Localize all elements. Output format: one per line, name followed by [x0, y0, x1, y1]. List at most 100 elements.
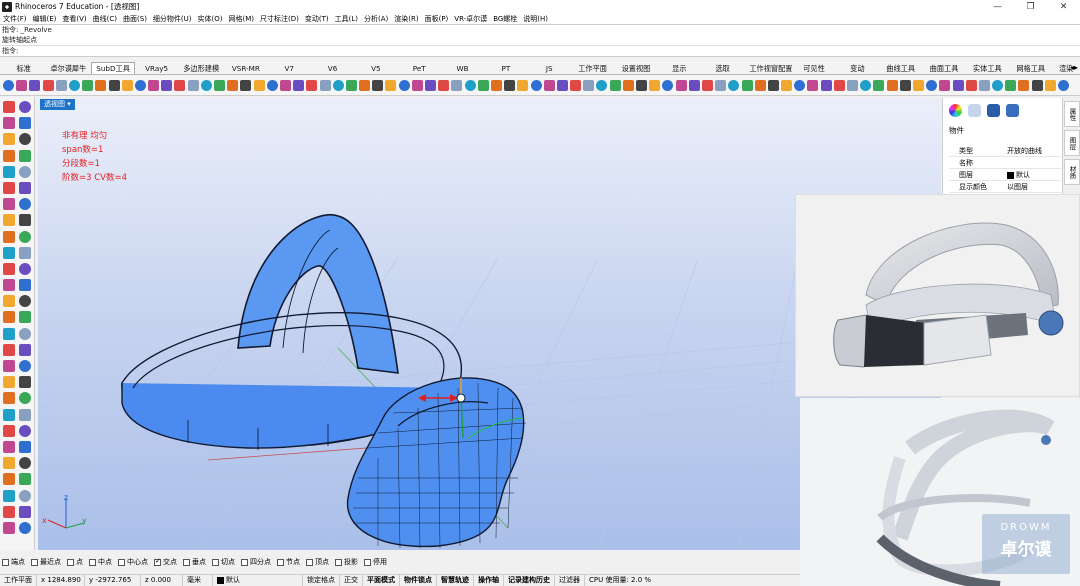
- toolbar-tab[interactable]: V6: [311, 62, 354, 74]
- osnap-toggle[interactable]: 节点: [277, 557, 300, 567]
- menu-item[interactable]: 渲染(R): [394, 14, 418, 24]
- toolbar-tab[interactable]: 设置视图: [614, 62, 657, 74]
- subd-tool-icon[interactable]: [490, 80, 502, 91]
- subd-tool-icon[interactable]: [187, 80, 199, 91]
- toolbar-tab[interactable]: 网格工具: [1009, 62, 1052, 74]
- menu-item[interactable]: 编辑(E): [33, 14, 57, 24]
- subd-tool-icon[interactable]: [359, 80, 371, 91]
- modeling-tool-icon[interactable]: [19, 505, 31, 518]
- subd-tool-icon[interactable]: [992, 80, 1004, 91]
- subd-tool-icon[interactable]: [240, 80, 252, 91]
- subd-tool-icon[interactable]: [438, 80, 450, 91]
- subd-tool-icon[interactable]: [332, 80, 344, 91]
- subd-tool-icon[interactable]: [675, 80, 687, 91]
- subd-tool-icon[interactable]: [385, 80, 397, 91]
- subd-tool-icon[interactable]: [701, 80, 713, 91]
- subd-tool-icon[interactable]: [1044, 80, 1056, 91]
- status-planar[interactable]: 平面模式: [363, 575, 400, 586]
- subd-tool-icon[interactable]: [754, 80, 766, 91]
- modeling-tool-icon[interactable]: [3, 279, 15, 292]
- subd-tool-icon[interactable]: [530, 80, 542, 91]
- osnap-toggle[interactable]: 停用: [364, 557, 387, 567]
- restore-icon[interactable]: ❐: [1014, 0, 1047, 13]
- subd-tool-icon[interactable]: [596, 80, 608, 91]
- subd-tool-icon[interactable]: [912, 80, 924, 91]
- toolbar-tab[interactable]: WB: [441, 62, 484, 74]
- modeling-tool-icon[interactable]: [19, 392, 31, 405]
- modeling-tool-icon[interactable]: [3, 117, 15, 130]
- subd-tool-icon[interactable]: [266, 80, 278, 91]
- toolbar-tab[interactable]: 工作视窗配置: [744, 62, 792, 74]
- subd-tool-icon[interactable]: [570, 80, 582, 91]
- modeling-tool-icon[interactable]: [3, 521, 15, 534]
- modeling-tool-icon[interactable]: [3, 376, 15, 389]
- subd-tool-icon[interactable]: [3, 80, 14, 91]
- subd-tool-icon[interactable]: [504, 80, 516, 91]
- subd-tool-icon[interactable]: [425, 80, 436, 91]
- osnap-toggle[interactable]: 切点: [212, 557, 235, 567]
- subd-tool-icon[interactable]: [741, 80, 753, 91]
- osnap-toggle[interactable]: 中点: [89, 557, 112, 567]
- modeling-tool-icon[interactable]: [19, 181, 31, 194]
- modeling-tool-icon[interactable]: [19, 295, 31, 308]
- toolbar-tab[interactable]: 曲线工具: [879, 62, 922, 74]
- modeling-tool-icon[interactable]: [3, 473, 15, 486]
- modeling-tool-icon[interactable]: [3, 311, 15, 324]
- subd-tool-icon[interactable]: [860, 80, 872, 91]
- subd-tool-icon[interactable]: [477, 80, 489, 91]
- subd-tool-icon[interactable]: [965, 80, 977, 91]
- osnap-toggle[interactable]: 点: [67, 557, 83, 567]
- modeling-tool-icon[interactable]: [3, 230, 15, 243]
- subd-tool-icon[interactable]: [68, 80, 80, 91]
- menu-item[interactable]: 尺寸标注(D): [260, 14, 299, 24]
- subd-tool-icon[interactable]: [939, 80, 951, 91]
- checkbox-icon[interactable]: [2, 558, 9, 566]
- modeling-tool-icon[interactable]: [19, 101, 31, 113]
- status-grid-snap[interactable]: 锁定格点: [303, 575, 340, 586]
- checkbox-icon[interactable]: [306, 558, 313, 566]
- tab-scroll-arrows-icon[interactable]: ◂▸: [1070, 63, 1078, 72]
- modeling-tool-icon[interactable]: [19, 149, 31, 162]
- subd-tool-icon[interactable]: [1018, 80, 1030, 91]
- subd-tool-icon[interactable]: [1031, 80, 1043, 91]
- checkbox-icon[interactable]: [118, 558, 125, 566]
- menu-item[interactable]: 面板(P): [425, 14, 449, 24]
- status-history[interactable]: 记录建构历史: [504, 575, 555, 586]
- subd-tool-icon[interactable]: [978, 80, 990, 91]
- toolbar-tab[interactable]: 可见性: [792, 62, 835, 74]
- toolbar-tab[interactable]: JS: [528, 62, 571, 74]
- subd-tool-icon[interactable]: [820, 80, 832, 91]
- osnap-toggle[interactable]: 中心点: [118, 557, 148, 567]
- subd-tool-icon[interactable]: [781, 80, 793, 91]
- subd-tool-icon[interactable]: [16, 80, 28, 91]
- modeling-tool-icon[interactable]: [19, 246, 31, 259]
- toolbar-tab[interactable]: 多边形建模: [178, 62, 224, 74]
- status-osnap[interactable]: 物件锁点: [400, 575, 437, 586]
- status-layer[interactable]: 默认: [213, 575, 303, 586]
- subd-tool-icon[interactable]: [279, 80, 291, 91]
- checkbox-icon[interactable]: [31, 558, 38, 566]
- menu-item[interactable]: 网格(M): [229, 14, 255, 24]
- subd-tool-icon[interactable]: [411, 80, 423, 91]
- property-row[interactable]: 名称: [949, 157, 1061, 169]
- subd-tool-icon[interactable]: [622, 80, 634, 91]
- status-smarttrack[interactable]: 智慧轨迹: [437, 575, 474, 586]
- modeling-tool-icon[interactable]: [3, 181, 15, 194]
- subd-tool-icon[interactable]: [1058, 80, 1069, 91]
- modeling-tool-icon[interactable]: [19, 214, 31, 227]
- menu-item[interactable]: 曲面(S): [123, 14, 147, 24]
- subd-tool-icon[interactable]: [345, 80, 357, 91]
- subd-tool-icon[interactable]: [899, 80, 911, 91]
- modeling-tool-icon[interactable]: [19, 279, 31, 292]
- side-tab-layers[interactable]: 图层: [1064, 130, 1080, 156]
- subd-tool-icon[interactable]: [556, 80, 568, 91]
- close-icon[interactable]: ✕: [1047, 0, 1080, 13]
- modeling-tool-icon[interactable]: [3, 246, 15, 259]
- modeling-tool-icon[interactable]: [3, 408, 15, 421]
- modeling-tool-icon[interactable]: [3, 424, 15, 437]
- osnap-toggle[interactable]: 交点: [154, 557, 177, 567]
- subd-tool-icon[interactable]: [794, 80, 806, 91]
- modeling-tool-icon[interactable]: [19, 343, 31, 356]
- modeling-tool-icon[interactable]: [3, 295, 15, 308]
- toolbar-tab[interactable]: 标准: [2, 62, 45, 74]
